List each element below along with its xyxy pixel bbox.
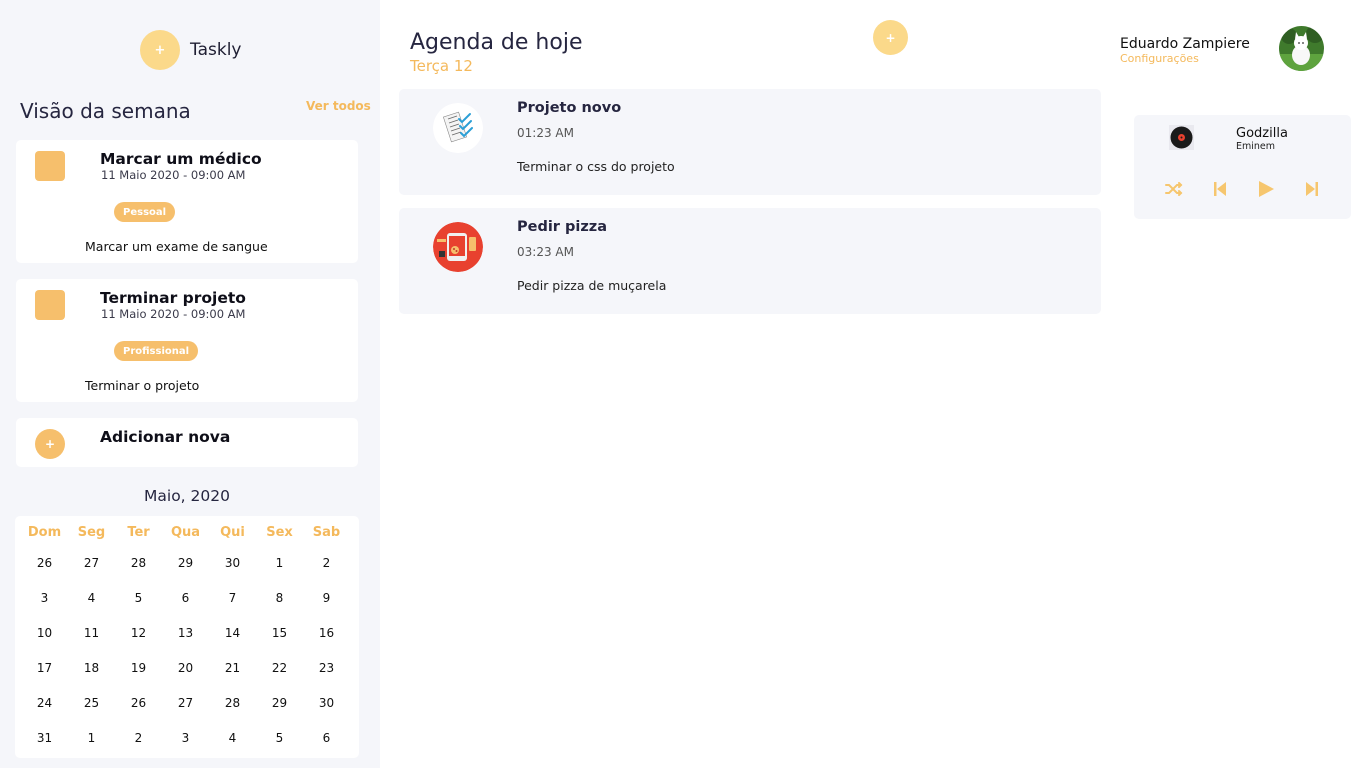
calendar-day[interactable]: 27: [162, 685, 209, 720]
calendar-day[interactable]: 4: [209, 720, 256, 755]
brand-name: Taskly: [190, 40, 242, 60]
week-task-card[interactable]: Terminar projeto 11 Maio 2020 - 09:00 AM…: [16, 279, 358, 402]
calendar-day[interactable]: 29: [162, 545, 209, 580]
calendar-day[interactable]: 11: [68, 615, 115, 650]
calendar-day[interactable]: 21: [209, 650, 256, 685]
add-new-task-button[interactable]: + Adicionar nova: [16, 418, 358, 467]
calendar-day[interactable]: 3: [162, 720, 209, 755]
sidebar: + Taskly Visão da semana Ver todos Marca…: [0, 0, 380, 768]
task-title: Marcar um médico: [100, 150, 262, 168]
shuffle-icon[interactable]: [1164, 180, 1184, 198]
calendar-day[interactable]: 5: [256, 720, 303, 755]
calendar-day[interactable]: 14: [209, 615, 256, 650]
task-tag-badge: Profissional: [114, 341, 199, 361]
task-tag-badge: Pessoal: [114, 202, 176, 222]
calendar-day[interactable]: 30: [209, 545, 256, 580]
calendar-day[interactable]: 20: [162, 650, 209, 685]
agenda-item-time: 03:23 AM: [517, 245, 574, 259]
task-date: 11 Maio 2020 - 09:00 AM: [101, 168, 246, 182]
user-name: Eduardo Zampiere: [1120, 36, 1250, 52]
week-overview-title: Visão da semana: [20, 99, 191, 123]
calendar-day[interactable]: 5: [115, 580, 162, 615]
agenda-item-time: 01:23 AM: [517, 126, 574, 140]
brand: + Taskly: [140, 30, 241, 70]
task-date: 11 Maio 2020 - 09:00 AM: [101, 307, 246, 321]
calendar-day[interactable]: 18: [68, 650, 115, 685]
calendar-day[interactable]: 6: [162, 580, 209, 615]
agenda-item-description: Terminar o css do projeto: [517, 159, 675, 174]
agenda-item-title: Projeto novo: [517, 100, 622, 116]
vinyl-disc-icon: [1169, 125, 1194, 150]
calendar-day[interactable]: 24: [21, 685, 68, 720]
calendar-day[interactable]: 8: [256, 580, 303, 615]
calendar-weekday: Sab: [312, 525, 341, 540]
calendar-day[interactable]: 29: [256, 685, 303, 720]
calendar-day[interactable]: 28: [209, 685, 256, 720]
task-description: Marcar um exame de sangue: [85, 239, 268, 254]
song-artist: Eminem: [1236, 141, 1276, 152]
task-color-square: [35, 151, 65, 181]
calendar-weekday: Qui: [220, 525, 245, 540]
calendar-day[interactable]: 22: [256, 650, 303, 685]
agenda-item[interactable]: Pedir pizza 03:23 AM Pedir pizza de muça…: [399, 208, 1101, 314]
calendar-day[interactable]: 10: [21, 615, 68, 650]
calendar-weekday: Qua: [170, 525, 201, 540]
add-plus-icon: +: [35, 429, 65, 459]
calendar-day[interactable]: 3: [21, 580, 68, 615]
add-agenda-button[interactable]: +: [873, 20, 908, 55]
calendar-day[interactable]: 2: [303, 545, 350, 580]
task-color-square: [35, 290, 65, 320]
week-task-card[interactable]: Marcar um médico 11 Maio 2020 - 09:00 AM…: [16, 140, 358, 263]
page-subtitle: Terça 12: [410, 57, 473, 75]
calendar-day[interactable]: 25: [68, 685, 115, 720]
calendar-weekday: Sex: [266, 525, 293, 540]
page-title: Agenda de hoje: [410, 30, 583, 55]
agenda-item-description: Pedir pizza de muçarela: [517, 278, 667, 293]
music-player: Godzilla Eminem: [1134, 115, 1351, 219]
calendar-day[interactable]: 31: [21, 720, 68, 755]
calendar-day[interactable]: 15: [256, 615, 303, 650]
calendar-day[interactable]: 16: [303, 615, 350, 650]
calendar-day[interactable]: 26: [115, 685, 162, 720]
calendar-day[interactable]: 17: [21, 650, 68, 685]
calendar: Dom Seg Ter Qua Qui Sex Sab 26 27 28 29 30 1 2 3 4 5 6 7 8 9…: [15, 516, 359, 758]
calendar-day[interactable]: 1: [256, 545, 303, 580]
calendar-day[interactable]: 6: [303, 720, 350, 755]
song-title: Godzilla: [1236, 126, 1288, 141]
calendar-day[interactable]: 2: [115, 720, 162, 755]
play-icon[interactable]: [1256, 180, 1276, 198]
calendar-day[interactable]: 1: [68, 720, 115, 755]
calendar-day[interactable]: 26: [21, 545, 68, 580]
calendar-day[interactable]: 27: [68, 545, 115, 580]
checklist-icon: [433, 103, 483, 153]
add-new-label: Adicionar nova: [100, 428, 231, 446]
calendar-day[interactable]: 7: [209, 580, 256, 615]
settings-link[interactable]: Configurações: [1120, 52, 1199, 65]
agenda-item[interactable]: Projeto novo 01:23 AM Terminar o css do …: [399, 89, 1101, 195]
task-description: Terminar o projeto: [85, 378, 200, 393]
calendar-day[interactable]: 9: [303, 580, 350, 615]
see-all-link[interactable]: Ver todos: [306, 99, 371, 113]
calendar-month-title: Maio, 2020: [144, 487, 230, 505]
avatar[interactable]: [1279, 26, 1324, 71]
task-title: Terminar projeto: [100, 289, 246, 307]
previous-icon[interactable]: [1210, 180, 1230, 198]
calendar-day[interactable]: 4: [68, 580, 115, 615]
calendar-day[interactable]: 12: [115, 615, 162, 650]
calendar-weekday: Dom: [27, 525, 62, 540]
calendar-grid: Dom Seg Ter Qua Qui Sex Sab 26 27 28 29 30 1 2 3 4 5 6 7 8 9…: [21, 520, 350, 755]
next-icon[interactable]: [1302, 180, 1322, 198]
pizza-icon: [433, 222, 483, 272]
calendar-weekday: Ter: [127, 525, 150, 540]
calendar-day[interactable]: 28: [115, 545, 162, 580]
calendar-day[interactable]: 13: [162, 615, 209, 650]
agenda-item-title: Pedir pizza: [517, 219, 608, 235]
calendar-weekday: Seg: [77, 525, 106, 540]
calendar-day[interactable]: 30: [303, 685, 350, 720]
brand-plus-icon[interactable]: +: [140, 30, 180, 70]
calendar-day[interactable]: 23: [303, 650, 350, 685]
calendar-day[interactable]: 19: [115, 650, 162, 685]
